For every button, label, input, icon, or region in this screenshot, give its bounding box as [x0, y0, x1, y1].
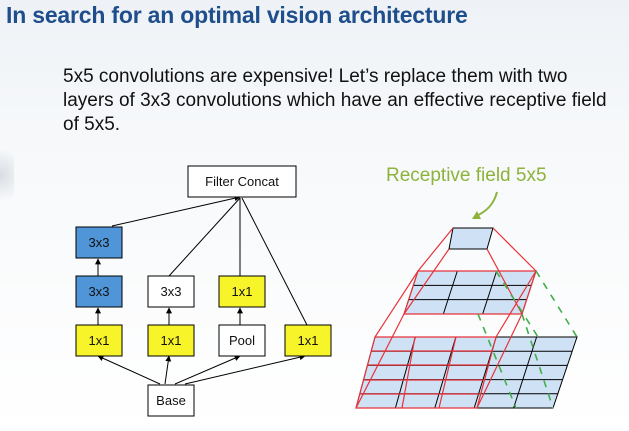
- bottom-grid-5x5: [355, 336, 578, 409]
- top-cell: [448, 227, 494, 250]
- pool-label: Pool: [229, 333, 255, 348]
- conv1x1-label-c2: 1x1: [161, 333, 182, 348]
- inception-module: Filter Concat 3x3 3x3 1x1 3x3 1x1 1x1 Po…: [75, 165, 332, 417]
- conv1x1-label-c1: 1x1: [89, 333, 110, 348]
- base-label: Base: [156, 393, 186, 408]
- receptive-field-arrow: [475, 191, 498, 217]
- conv3x3-label-c2: 3x3: [161, 284, 182, 299]
- concat-edges: [111, 195, 308, 326]
- diagram-canvas: Filter Concat 3x3 3x3 1x1 3x3 1x1 1x1 Po…: [75, 165, 578, 417]
- conv1x1-label-c4: 1x1: [298, 333, 319, 348]
- receptive-field-illustration: Receptive field 5x5: [355, 165, 578, 409]
- conv3x3-label-c1-top: 3x3: [89, 235, 110, 250]
- receptive-field-label: Receptive field 5x5: [386, 165, 547, 186]
- middle-grid-3x3: [403, 270, 537, 315]
- conv1x1-label-c3: 1x1: [232, 284, 253, 299]
- filter-concat-label: Filter Concat: [205, 174, 279, 189]
- base-edges: [97, 354, 306, 385]
- conv3x3-label-c1-mid: 3x3: [89, 284, 110, 299]
